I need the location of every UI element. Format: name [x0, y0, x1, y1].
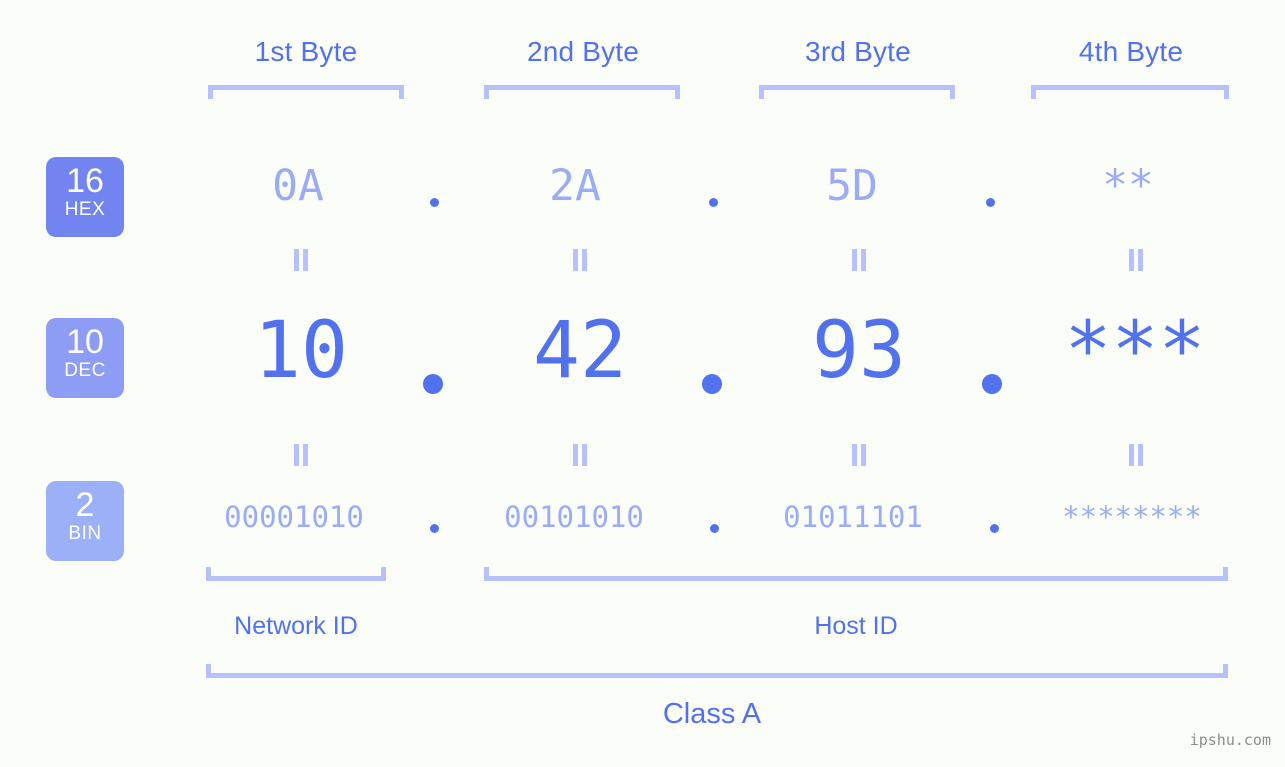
base-badge-bin: 2 BIN [46, 481, 124, 561]
network-id-bracket [206, 567, 386, 581]
equals-icon-hex-dec-1 [291, 249, 311, 271]
byte-header-2: 2nd Byte [526, 36, 640, 67]
byte-header-3: 3rd Byte [805, 36, 911, 67]
byte-header-1: 1st Byte [254, 36, 358, 67]
byte-bracket-4 [1031, 85, 1229, 99]
dec-dot-3 [982, 374, 1002, 394]
equals-icon-dec-bin-2 [570, 444, 590, 466]
class-bracket [206, 664, 1228, 678]
byte-bracket-2 [484, 85, 680, 99]
equals-icon-hex-dec-2 [570, 249, 590, 271]
base-badge-hex-name: HEX [64, 199, 106, 220]
hex-dot-3 [986, 198, 995, 207]
hex-byte-4: ** [1102, 161, 1154, 211]
bin-byte-4: ******** [1062, 500, 1202, 534]
class-label: Class A [662, 698, 762, 730]
hex-byte-1: 0A [272, 161, 324, 211]
ip-breakdown-diagram: 1st Byte 2nd Byte 3rd Byte 4th Byte 16 H… [0, 0, 1285, 767]
byte-bracket-1 [208, 85, 404, 99]
base-badge-dec-name: DEC [64, 360, 106, 381]
byte-bracket-3 [759, 85, 955, 99]
byte-header-4: 4th Byte [1078, 36, 1184, 67]
equals-icon-hex-dec-4 [1126, 249, 1146, 271]
network-id-label: Network ID [234, 612, 358, 640]
equals-icon-dec-bin-4 [1126, 444, 1146, 466]
host-id-bracket [484, 567, 1228, 581]
hex-dot-2 [709, 198, 718, 207]
dec-byte-2: 42 [533, 306, 627, 396]
dec-byte-4: *** [1064, 306, 1206, 396]
base-badge-hex: 16 HEX [46, 157, 124, 237]
equals-icon-hex-dec-3 [849, 249, 869, 271]
base-badge-bin-number: 2 [75, 486, 95, 524]
dec-dot-2 [702, 374, 722, 394]
host-id-label: Host ID [814, 612, 898, 640]
base-badge-bin-name: BIN [68, 523, 102, 544]
bin-byte-1: 00001010 [224, 500, 364, 534]
base-badge-dec: 10 DEC [46, 318, 124, 398]
dec-byte-1: 10 [254, 306, 348, 396]
base-badge-dec-number: 10 [66, 323, 104, 361]
hex-byte-3: 5D [826, 161, 878, 211]
base-badge-hex-number: 16 [66, 162, 104, 200]
bin-byte-3: 01011101 [783, 500, 923, 534]
dec-byte-3: 93 [812, 306, 906, 396]
hex-byte-2: 2A [549, 161, 601, 211]
equals-icon-dec-bin-1 [291, 444, 311, 466]
dec-dot-1 [423, 374, 443, 394]
watermark: ipshu.com [1189, 731, 1271, 749]
bin-dot-1 [430, 524, 439, 533]
bin-dot-2 [710, 524, 719, 533]
bin-byte-2: 00101010 [504, 500, 644, 534]
bin-dot-3 [990, 524, 999, 533]
hex-dot-1 [430, 198, 439, 207]
equals-icon-dec-bin-3 [849, 444, 869, 466]
